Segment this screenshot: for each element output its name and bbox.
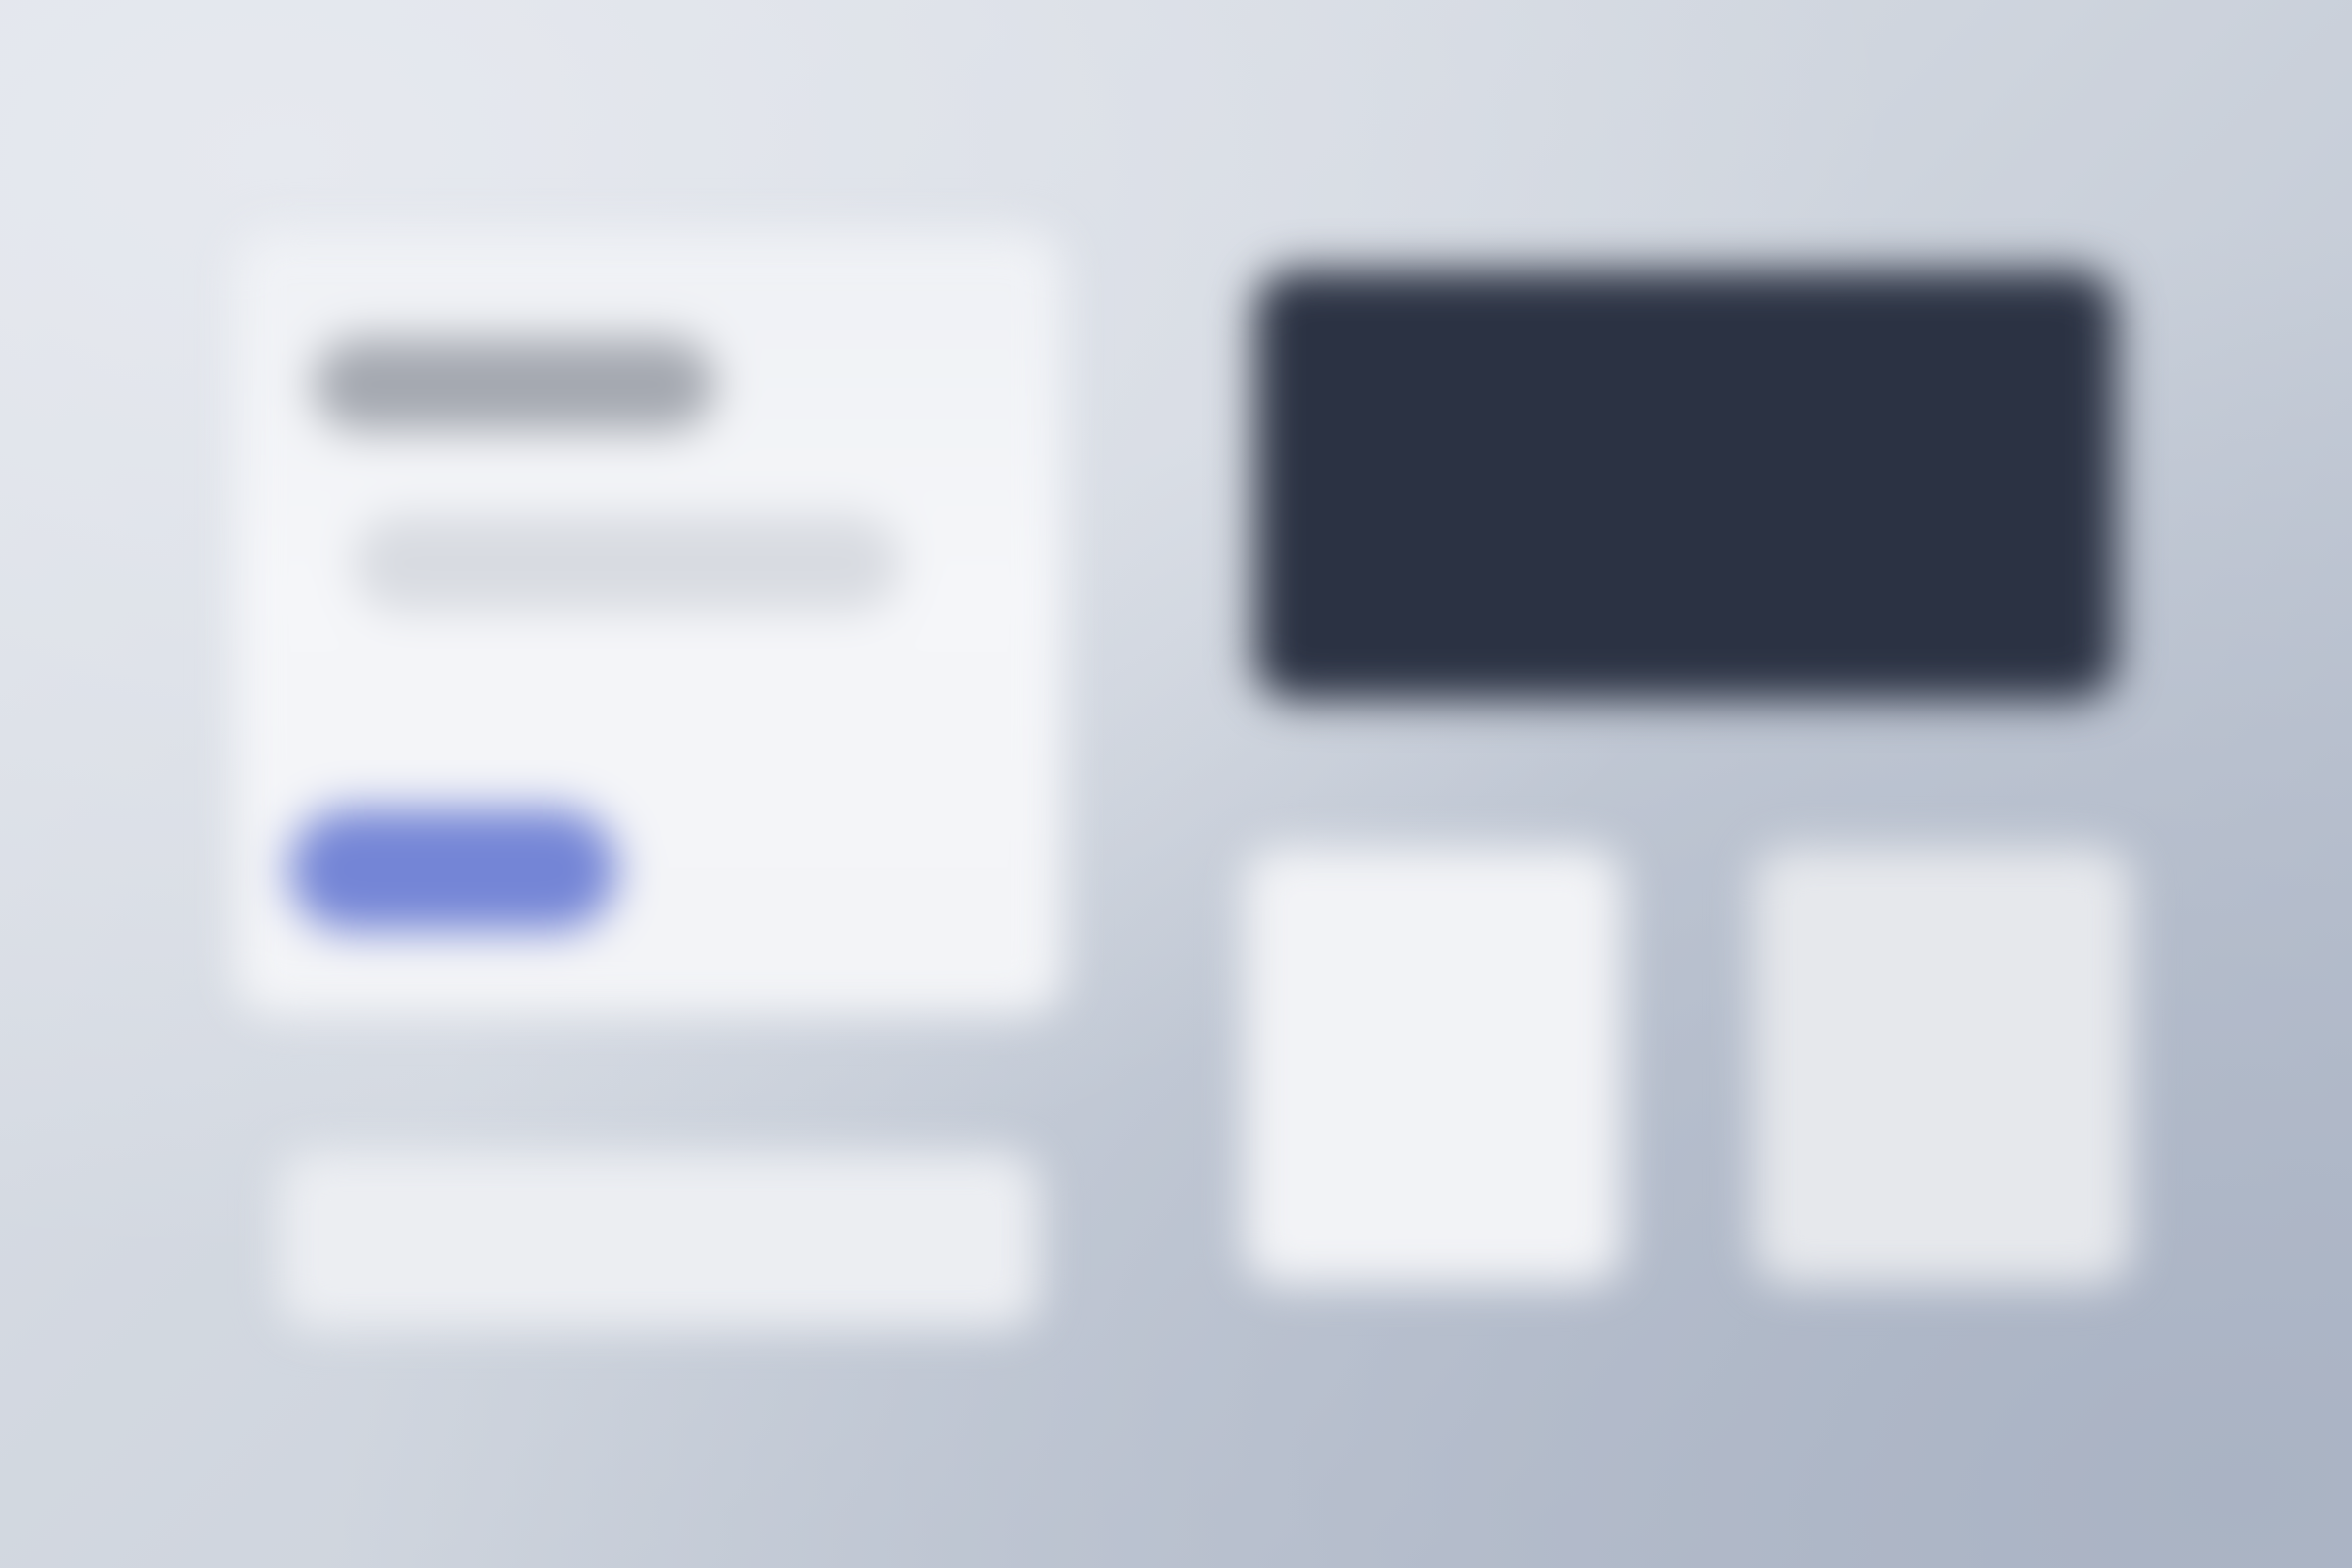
- dark-media-panel: [1254, 270, 2117, 701]
- primary-cta-label: [454, 870, 455, 871]
- feature-tile-right[interactable]: [1754, 848, 2132, 1284]
- title-placeholder-bar: [314, 338, 715, 431]
- bottom-content-panel: [279, 1152, 1039, 1328]
- feature-tile-left[interactable]: [1245, 848, 1622, 1284]
- primary-cta-button[interactable]: [289, 808, 617, 931]
- subtitle-placeholder-bar: [353, 514, 902, 612]
- blurred-app-layout: [0, 0, 2352, 1568]
